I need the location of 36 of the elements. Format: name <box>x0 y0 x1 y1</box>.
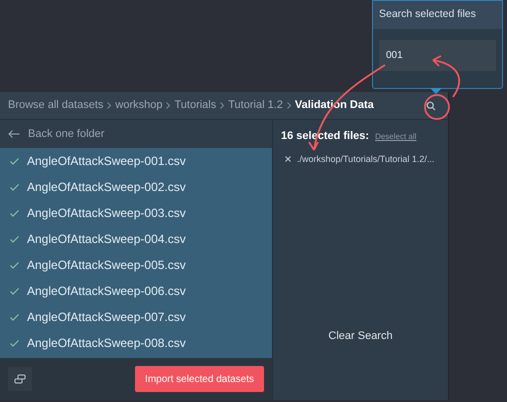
stack-icon <box>14 374 26 384</box>
file-row[interactable]: AngleOfAttackSweep-003.csv <box>0 200 272 226</box>
file-name: AngleOfAttackSweep-001.csv <box>27 153 186 170</box>
back-arrow-icon <box>8 130 20 138</box>
chevron-icon <box>166 102 170 109</box>
search-field[interactable]: 001 <box>379 40 496 71</box>
popover-pointer-icon <box>430 88 442 94</box>
file-row[interactable]: AngleOfAttackSweep-004.csv <box>0 226 272 252</box>
chevron-icon <box>286 102 291 109</box>
clear-search-button[interactable]: Clear Search <box>328 328 393 344</box>
file-row[interactable]: AngleOfAttackSweep-001.csv <box>0 148 272 174</box>
file-name: AngleOfAttackSweep-003.csv <box>27 205 186 222</box>
file-name: AngleOfAttackSweep-008.csv <box>27 335 186 352</box>
file-row[interactable]: AngleOfAttackSweep-007.csv <box>0 304 272 330</box>
file-row[interactable]: AngleOfAttackSweep-008.csv <box>0 330 272 356</box>
selected-file-path: ./workshop/Tutorials/Tutorial 1.2/... <box>297 152 434 166</box>
file-name: AngleOfAttackSweep-002.csv <box>27 179 186 196</box>
breadcrumb-link[interactable]: Browse all datasets <box>8 97 104 114</box>
stack-button[interactable] <box>8 367 32 391</box>
file-row[interactable]: AngleOfAttackSweep-005.csv <box>0 252 272 278</box>
breadcrumb-link[interactable]: workshop <box>115 97 162 114</box>
chevron-icon <box>220 102 224 109</box>
deselect-all-link[interactable]: Deselect all <box>375 131 416 143</box>
chevron-icon <box>107 102 112 109</box>
search-icon[interactable] <box>426 100 436 110</box>
breadcrumb-link[interactable]: Tutorials <box>174 97 216 114</box>
import-button[interactable]: Import selected datasets <box>135 366 264 392</box>
close-icon[interactable] <box>285 156 291 162</box>
file-row[interactable]: AngleOfAttackSweep-006.csv <box>0 278 272 304</box>
file-row[interactable]: AngleOfAttackSweep-002.csv <box>0 174 272 200</box>
breadcrumb-link[interactable]: Tutorial 1.2 <box>228 97 283 114</box>
file-name: AngleOfAttackSweep-005.csv <box>27 257 186 274</box>
file-name: AngleOfAttackSweep-006.csv <box>27 283 186 300</box>
file-name: AngleOfAttackSweep-007.csv <box>27 309 186 326</box>
file-name: AngleOfAttackSweep-004.csv <box>27 231 186 248</box>
popover-title: Search selected files <box>379 7 476 22</box>
